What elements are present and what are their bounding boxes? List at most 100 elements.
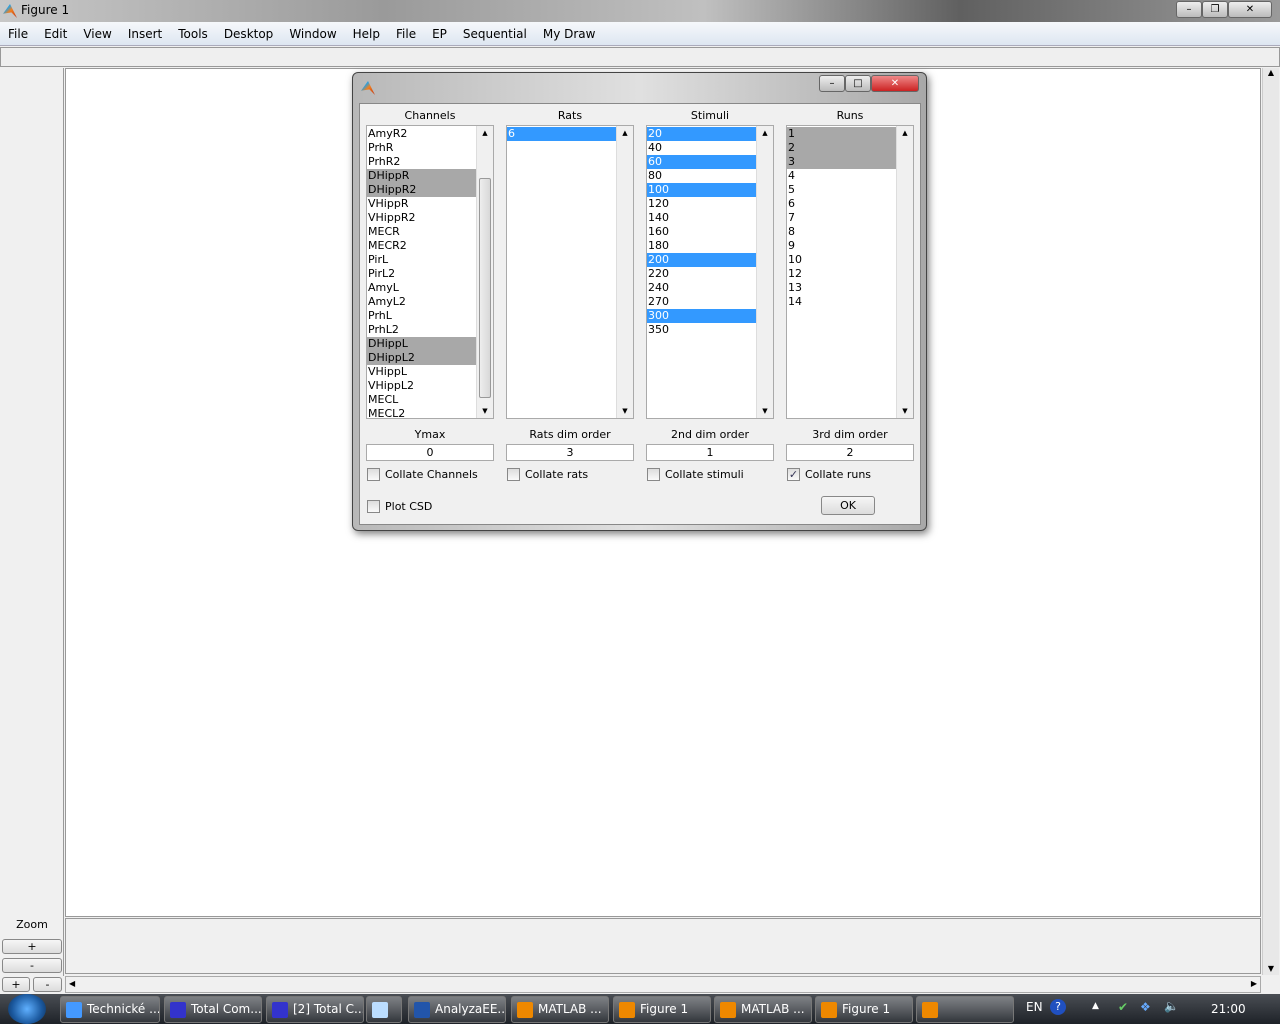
network-icon[interactable]: ✔ bbox=[1118, 1000, 1128, 1014]
list-item[interactable]: 8 bbox=[787, 225, 897, 239]
dialog-close-button[interactable]: ✕ bbox=[871, 75, 919, 92]
list-item[interactable]: DHippL2 bbox=[367, 351, 477, 365]
horizontal-scrollbar[interactable]: ◀ ▶ bbox=[65, 976, 1261, 993]
scroll-left-icon[interactable]: ◀ bbox=[69, 979, 75, 988]
list-item[interactable]: 100 bbox=[647, 183, 757, 197]
listbox-scrollbar[interactable]: ▲ ▼ bbox=[476, 126, 493, 418]
list-item[interactable]: PirL bbox=[367, 253, 477, 267]
taskbar-item[interactable]: MATLAB ... bbox=[714, 996, 812, 1023]
menu-item[interactable]: Window bbox=[281, 22, 344, 46]
taskbar-item[interactable]: Total Com... bbox=[164, 996, 262, 1023]
runs-listbox[interactable]: 1 2 3 4 5 6 7 8 9 10 12 13 14 ▲ ▼ bbox=[786, 125, 914, 419]
scroll-down-icon[interactable]: ▼ bbox=[757, 407, 773, 415]
listbox-scrollbar[interactable]: ▲ ▼ bbox=[756, 126, 773, 418]
checkbox-icon[interactable]: ✓ bbox=[787, 467, 800, 481]
collate-checkbox[interactable]: ✓ Collate runs bbox=[787, 467, 871, 481]
scroll-thumb[interactable] bbox=[479, 178, 491, 398]
volume-icon[interactable]: 🔈 bbox=[1164, 999, 1179, 1013]
taskbar-item[interactable]: Figure 1 bbox=[815, 996, 913, 1023]
list-item[interactable]: VHippL bbox=[367, 365, 477, 379]
start-button[interactable] bbox=[8, 994, 46, 1024]
scroll-down-icon[interactable]: ▼ bbox=[617, 407, 633, 415]
list-item[interactable]: DHippL bbox=[367, 337, 477, 351]
list-item[interactable]: 140 bbox=[647, 211, 757, 225]
show-hidden-icons-icon[interactable]: ▲ bbox=[1092, 1001, 1099, 1011]
taskbar-item[interactable]: Technické ... bbox=[60, 996, 160, 1023]
menu-item[interactable]: Tools bbox=[170, 22, 216, 46]
small-minus-button[interactable]: - bbox=[33, 977, 62, 992]
scroll-up-icon[interactable]: ▲ bbox=[757, 129, 773, 137]
list-item[interactable]: 240 bbox=[647, 281, 757, 295]
checkbox-icon[interactable] bbox=[647, 467, 660, 481]
menu-item[interactable]: View bbox=[75, 22, 119, 46]
list-item[interactable]: 200 bbox=[647, 253, 757, 267]
list-item[interactable]: PrhR2 bbox=[367, 155, 477, 169]
list-item[interactable]: MECR bbox=[367, 225, 477, 239]
taskbar-item[interactable]: AnalyzaEE... bbox=[408, 996, 506, 1023]
list-item[interactable]: 6 bbox=[787, 197, 897, 211]
list-item[interactable]: 350 bbox=[647, 323, 757, 337]
field-input[interactable]: 2 bbox=[786, 444, 914, 461]
scroll-down-icon[interactable]: ▼ bbox=[897, 407, 913, 415]
list-item[interactable]: 220 bbox=[647, 267, 757, 281]
list-item[interactable]: 10 bbox=[787, 253, 897, 267]
scroll-up-icon[interactable]: ▲ bbox=[1263, 68, 1279, 77]
menu-item[interactable]: Help bbox=[345, 22, 388, 46]
scroll-right-icon[interactable]: ▶ bbox=[1251, 979, 1257, 988]
menu-item[interactable]: File bbox=[388, 22, 424, 46]
list-item[interactable]: 14 bbox=[787, 295, 897, 309]
list-item[interactable]: 7 bbox=[787, 211, 897, 225]
language-indicator[interactable]: EN bbox=[1026, 1000, 1043, 1014]
list-item[interactable]: MECR2 bbox=[367, 239, 477, 253]
taskbar-item[interactable]: Figure 1 bbox=[613, 996, 711, 1023]
list-item[interactable]: 180 bbox=[647, 239, 757, 253]
collate-checkbox[interactable]: Collate rats bbox=[507, 467, 588, 481]
scroll-down-icon[interactable]: ▼ bbox=[1263, 964, 1279, 973]
vertical-scrollbar[interactable]: ▲ ▼ bbox=[1262, 68, 1279, 975]
list-item[interactable]: AmyL2 bbox=[367, 295, 477, 309]
menu-item[interactable]: File bbox=[0, 22, 36, 46]
scroll-up-icon[interactable]: ▲ bbox=[477, 129, 493, 137]
channels-listbox[interactable]: AmyR2 PrhR PrhR2 DHippR DHippR2 VHippR VHippR2… bbox=[366, 125, 494, 419]
list-item[interactable]: PrhL2 bbox=[367, 323, 477, 337]
list-item[interactable]: AmyL bbox=[367, 281, 477, 295]
list-item[interactable]: 60 bbox=[647, 155, 757, 169]
list-item[interactable]: VHippR2 bbox=[367, 211, 477, 225]
taskbar-item[interactable]: MATLAB ... bbox=[511, 996, 609, 1023]
checkbox-icon[interactable] bbox=[367, 499, 380, 513]
rats-listbox[interactable]: 6 ▲ ▼ bbox=[506, 125, 634, 419]
menu-item[interactable]: EP bbox=[424, 22, 455, 46]
menu-item[interactable]: Insert bbox=[120, 22, 170, 46]
menu-item[interactable]: Desktop bbox=[216, 22, 282, 46]
field-input[interactable]: 1 bbox=[646, 444, 774, 461]
checkbox-icon[interactable] bbox=[507, 467, 520, 481]
list-item[interactable]: 120 bbox=[647, 197, 757, 211]
list-item[interactable]: MECL2 bbox=[367, 407, 477, 418]
ok-button[interactable]: OK bbox=[821, 496, 875, 515]
help-icon[interactable]: ? bbox=[1050, 999, 1066, 1015]
scroll-up-icon[interactable]: ▲ bbox=[617, 129, 633, 137]
dialog-minimize-button[interactable]: – bbox=[819, 75, 845, 92]
plot-csd-checkbox[interactable]: Plot CSD bbox=[367, 499, 432, 513]
zoom-in-button[interactable]: + bbox=[2, 939, 62, 954]
collate-checkbox[interactable]: Collate stimuli bbox=[647, 467, 744, 481]
list-item[interactable]: 160 bbox=[647, 225, 757, 239]
close-button[interactable]: ✕ bbox=[1228, 1, 1272, 18]
list-item[interactable]: 270 bbox=[647, 295, 757, 309]
list-item[interactable]: 1 bbox=[787, 127, 897, 141]
menu-item[interactable]: My Draw bbox=[535, 22, 604, 46]
taskbar-item[interactable]: [2] Total C... bbox=[266, 996, 364, 1023]
minimize-button[interactable]: – bbox=[1176, 1, 1202, 18]
list-item[interactable]: PrhR bbox=[367, 141, 477, 155]
menu-item[interactable]: Edit bbox=[36, 22, 75, 46]
list-item[interactable]: 2 bbox=[787, 141, 897, 155]
list-item[interactable]: 20 bbox=[647, 127, 757, 141]
list-item[interactable]: DHippR2 bbox=[367, 183, 477, 197]
clock[interactable]: 21:00 bbox=[1211, 1002, 1246, 1016]
stimuli-listbox[interactable]: 20 40 60 80 100 120 140 160 180 200 220 240 270 300 35… bbox=[646, 125, 774, 419]
menu-item[interactable]: Sequential bbox=[455, 22, 535, 46]
scroll-down-icon[interactable]: ▼ bbox=[477, 407, 493, 415]
maximize-button[interactable]: ❐ bbox=[1202, 1, 1228, 18]
list-item[interactable]: VHippL2 bbox=[367, 379, 477, 393]
list-item[interactable]: 300 bbox=[647, 309, 757, 323]
